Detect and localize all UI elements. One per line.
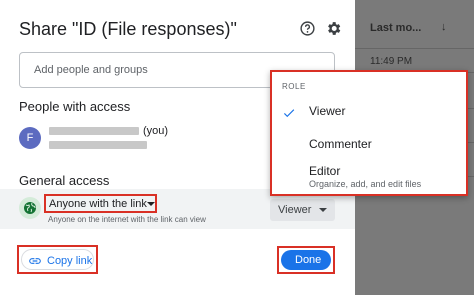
sort-icon: ↓ (441, 21, 447, 33)
you-label: (you) (143, 125, 169, 137)
role-item-viewer[interactable]: Viewer (309, 104, 345, 118)
role-item-editor[interactable]: Editor (309, 164, 340, 178)
caret-down-icon (147, 202, 155, 206)
role-menu-heading: ROLE (282, 82, 306, 91)
gear-icon[interactable] (325, 20, 342, 37)
link-icon (29, 258, 41, 264)
role-item-commenter[interactable]: Commenter (309, 137, 372, 151)
copy-link-button[interactable]: Copy link (17, 245, 98, 274)
link-access-label: Anyone with the link (49, 198, 147, 210)
column-header: Last mo... (370, 22, 422, 34)
general-access-heading: General access (19, 173, 110, 188)
copy-link-label: Copy link (47, 255, 93, 267)
globe-icon (19, 197, 41, 219)
redacted-email (49, 141, 147, 149)
link-access-description: Anyone on the internet with the link can… (48, 215, 206, 224)
role-item-editor-description: Organize, add, and edit files (309, 179, 422, 189)
avatar: F (19, 127, 41, 149)
people-heading: People with access (19, 99, 131, 114)
check-icon (283, 109, 295, 118)
role-menu: ROLE Viewer Commenter Editor Organize, a… (270, 70, 468, 196)
add-people-placeholder: Add people and groups (34, 64, 148, 76)
help-icon[interactable] (300, 21, 315, 36)
cell-time: 11:49 PM (370, 56, 413, 67)
role-dropdown[interactable]: Viewer (270, 199, 335, 221)
dialog-title: Share "ID (File responses)" (19, 19, 237, 39)
redacted-name (49, 127, 139, 135)
caret-down-icon (319, 208, 327, 212)
divider (355, 48, 474, 49)
done-label: Done (295, 254, 322, 266)
link-access-dropdown[interactable]: Anyone with the link (44, 194, 157, 213)
done-button[interactable]: Done (277, 246, 335, 274)
role-dropdown-label: Viewer (278, 204, 312, 216)
